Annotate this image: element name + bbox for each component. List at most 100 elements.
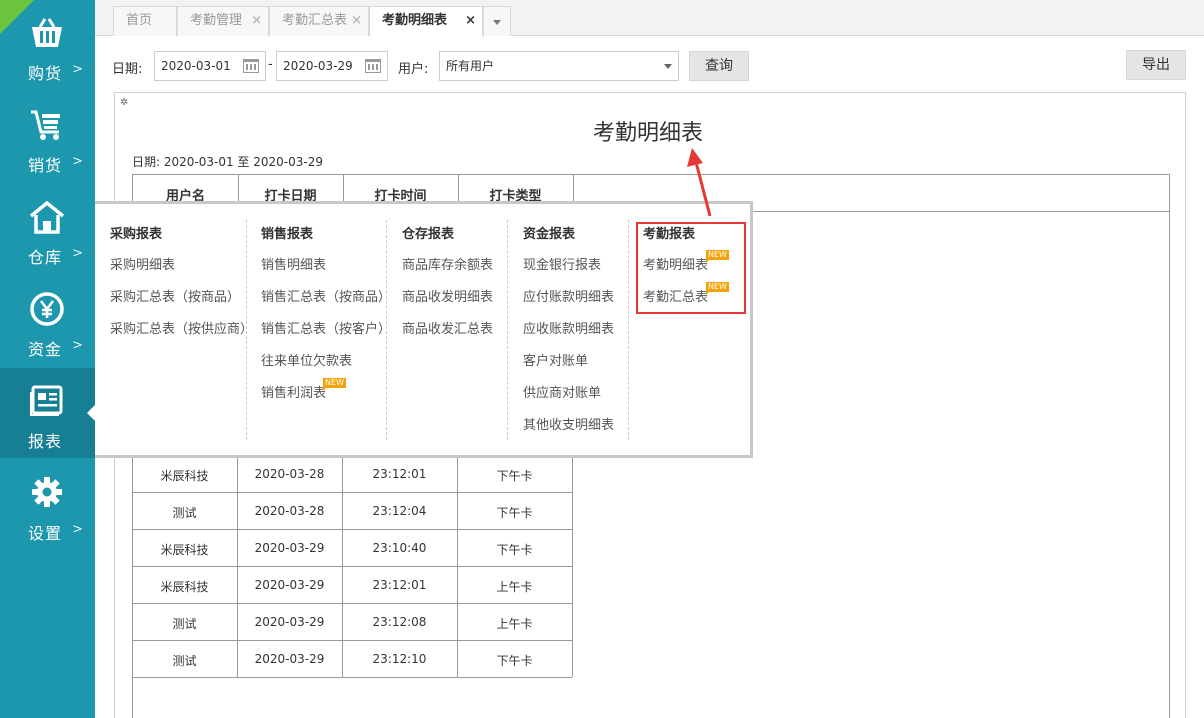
table-cell: 23:12:01	[372, 578, 427, 592]
new-badge: NEW	[323, 378, 346, 391]
report-icon	[30, 385, 63, 416]
table-cell: 上午卡	[496, 617, 533, 631]
sidebar: 购货 > 销货 > 仓库 > 资金 > 报表 设置 >	[0, 0, 95, 718]
menu-link-payables-detail[interactable]: 应付账款明细表	[523, 286, 614, 305]
chevron-right-icon: >	[72, 62, 83, 77]
calendar-icon[interactable]	[243, 59, 259, 73]
user-select-value: 所有用户	[446, 59, 495, 73]
tab-attendance-management[interactable]: 考勤管理 ×	[177, 6, 269, 36]
table-cell: 23:12:04	[372, 504, 427, 518]
menu-link-stock-balance[interactable]: 商品库存余额表	[402, 254, 493, 273]
menu-link-stock-movement-detail[interactable]: 商品收发明细表	[402, 286, 493, 305]
table-cell: 23:12:01	[372, 467, 427, 481]
column-divider	[237, 433, 238, 677]
table-cell: 米辰科技	[160, 543, 209, 557]
table-cell: 下午卡	[496, 654, 533, 668]
sidebar-item-purchase[interactable]: 购货 >	[0, 0, 95, 90]
table-cell: 下午卡	[496, 506, 533, 520]
row-divider	[132, 677, 572, 678]
menu-link-purchase-detail[interactable]: 采购明细表	[110, 254, 175, 273]
user-select[interactable]: 所有用户	[439, 51, 679, 81]
menu-link-sales-profit[interactable]: 销售利润表	[261, 382, 326, 401]
table-cell: 2020-03-29	[254, 652, 325, 666]
table-cell: 下午卡	[496, 469, 533, 483]
table-cell: 2020-03-29	[254, 615, 325, 629]
report-date-range: 日期: 2020-03-01 至 2020-03-29	[132, 155, 323, 169]
table-cell: 测试	[172, 654, 197, 668]
column-divider	[342, 433, 343, 677]
chevron-right-icon: >	[72, 338, 83, 353]
menu-title-sales: 销售报表	[261, 227, 314, 242]
menu-link-receivables-by-partner[interactable]: 往来单位欠款表	[261, 350, 352, 369]
menu-link-receivables-detail[interactable]: 应收账款明细表	[523, 318, 614, 337]
tab-attendance-detail[interactable]: 考勤明细表 ×	[369, 6, 483, 37]
menu-column-divider	[628, 220, 629, 440]
table-cell: 测试	[172, 506, 197, 520]
tab-label: 考勤汇总表	[282, 13, 348, 28]
house-icon	[29, 200, 65, 234]
column-divider	[457, 433, 458, 677]
date-from-input[interactable]: 2020-03-01	[154, 51, 266, 81]
chevron-down-icon	[664, 64, 672, 69]
calendar-icon[interactable]	[365, 59, 381, 73]
menu-link-sales-summary-goods[interactable]: 销售汇总表（按商品）	[261, 286, 391, 305]
chevron-right-icon: >	[72, 522, 83, 537]
sidebar-item-warehouse[interactable]: 仓库 >	[0, 184, 95, 274]
menu-link-other-income-expense[interactable]: 其他收支明细表	[523, 414, 614, 433]
close-icon[interactable]: ×	[465, 7, 476, 35]
tab-label: 考勤管理	[190, 13, 243, 28]
row-divider	[132, 529, 572, 530]
menu-link-purchase-summary-goods[interactable]: 采购汇总表（按商品）	[110, 286, 240, 305]
menu-link-sales-detail[interactable]: 销售明细表	[261, 254, 326, 273]
user-label: 用户:	[398, 62, 429, 77]
table-cell: 23:12:08	[372, 615, 427, 629]
menu-link-supplier-statement[interactable]: 供应商对账单	[523, 382, 601, 401]
table-cell: 2020-03-28	[254, 504, 325, 518]
menu-link-stock-movement-summary[interactable]: 商品收发汇总表	[402, 318, 493, 337]
query-button[interactable]: 查询	[689, 51, 749, 81]
sidebar-item-reports[interactable]: 报表	[0, 368, 95, 458]
table-cell: 米辰科技	[160, 469, 209, 483]
cart-icon	[31, 110, 60, 140]
sidebar-item-settings[interactable]: 设置 >	[0, 460, 95, 550]
menu-title-purchase: 采购报表	[110, 227, 163, 242]
menu-link-cash-bank[interactable]: 现金银行报表	[523, 254, 601, 273]
chevron-right-icon: >	[72, 246, 83, 261]
tab-attendance-summary[interactable]: 考勤汇总表 ×	[269, 6, 369, 36]
table-cell: 上午卡	[496, 580, 533, 594]
tab-home[interactable]: 首页	[113, 6, 177, 36]
report-title-text: 考勤明细表	[592, 121, 703, 146]
date-separator: -	[268, 57, 273, 72]
table-cell: 23:10:40	[372, 541, 427, 555]
highlight-box	[636, 222, 746, 314]
table-cell: 23:12:10	[372, 652, 427, 666]
menu-link-sales-summary-customer[interactable]: 销售汇总表（按客户）	[261, 318, 391, 337]
menu-title-inventory: 仓存报表	[402, 227, 455, 242]
menu-column-divider	[386, 220, 387, 440]
menu-column-divider	[246, 220, 247, 440]
date-to-input[interactable]: 2020-03-29	[276, 51, 388, 81]
sidebar-item-funds[interactable]: 资金 >	[0, 276, 95, 366]
date-to-value: 2020-03-29	[283, 59, 353, 73]
tab-bar: 首页 考勤管理 × 考勤汇总表 × 考勤明细表 ×	[95, 0, 1204, 37]
table-cell: 测试	[172, 617, 197, 631]
date-label: 日期:	[112, 62, 143, 77]
report-settings-icon[interactable]: ✲	[120, 97, 128, 108]
export-button[interactable]: 导出	[1126, 50, 1186, 80]
menu-link-purchase-summary-supplier[interactable]: 采购汇总表（按供应商）	[110, 318, 253, 337]
close-icon[interactable]: ×	[351, 7, 362, 35]
gear-icon	[32, 477, 62, 507]
table-cell: 下午卡	[496, 543, 533, 557]
menu-link-customer-statement[interactable]: 客户对账单	[523, 350, 588, 369]
close-icon[interactable]: ×	[251, 7, 262, 35]
tab-label: 考勤明细表	[382, 13, 448, 28]
tab-more-dropdown[interactable]	[483, 6, 511, 36]
row-divider	[132, 640, 572, 641]
date-from-value: 2020-03-01	[161, 59, 231, 73]
report-title: 考勤明细表	[115, 115, 1187, 147]
sidebar-item-sales[interactable]: 销货 >	[0, 92, 95, 182]
row-divider	[132, 566, 572, 567]
chevron-right-icon: >	[72, 154, 83, 169]
row-divider	[132, 603, 572, 604]
tab-label: 首页	[126, 13, 153, 28]
